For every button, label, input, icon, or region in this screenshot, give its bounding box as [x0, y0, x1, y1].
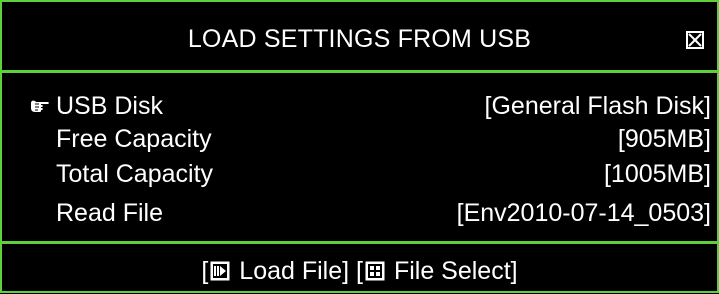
row-label: Total Capacity — [56, 160, 214, 188]
dialog-header: LOAD SETTINGS FROM USB — [2, 2, 717, 73]
row-total-capacity: Total Capacity [1005MB] — [2, 157, 717, 189]
row-value: [905MB] — [617, 125, 711, 153]
dialog-title: LOAD SETTINGS FROM USB — [187, 25, 532, 53]
close-box-icon[interactable] — [686, 31, 704, 49]
row-label: Read File — [56, 199, 163, 227]
bracket-open: [ — [356, 257, 363, 285]
row-value: [1005MB] — [603, 160, 711, 188]
row-value: [Env2010-07-14_0503] — [456, 199, 711, 227]
dialog-footer: [ Load File] [ File Select] — [2, 241, 717, 294]
footer-hints: [ Load File] [ File Select] — [2, 256, 717, 286]
pointing-hand-icon — [31, 100, 49, 112]
load-settings-dialog: LOAD SETTINGS FROM USB USB Disk [General… — [0, 0, 719, 293]
row-value: [General Flash Disk] — [484, 92, 711, 120]
load-file-label: Load File] — [232, 257, 350, 285]
settings-list: USB Disk [General Flash Disk] Free Capac… — [2, 73, 717, 241]
row-usb-disk[interactable]: USB Disk [General Flash Disk] — [2, 89, 717, 121]
load-file-hint[interactable]: [ Load File] — [201, 257, 349, 285]
grid-button-icon — [365, 261, 385, 281]
row-label: USB Disk — [56, 92, 163, 120]
file-select-label: File Select] — [387, 257, 518, 285]
play-button-icon — [210, 261, 230, 281]
row-read-file[interactable]: Read File [Env2010-07-14_0503] — [2, 196, 717, 228]
row-label: Free Capacity — [56, 125, 212, 153]
row-free-capacity: Free Capacity [905MB] — [2, 122, 717, 154]
bracket-open: [ — [201, 257, 209, 285]
file-select-hint[interactable]: [ File Select] — [356, 257, 518, 285]
